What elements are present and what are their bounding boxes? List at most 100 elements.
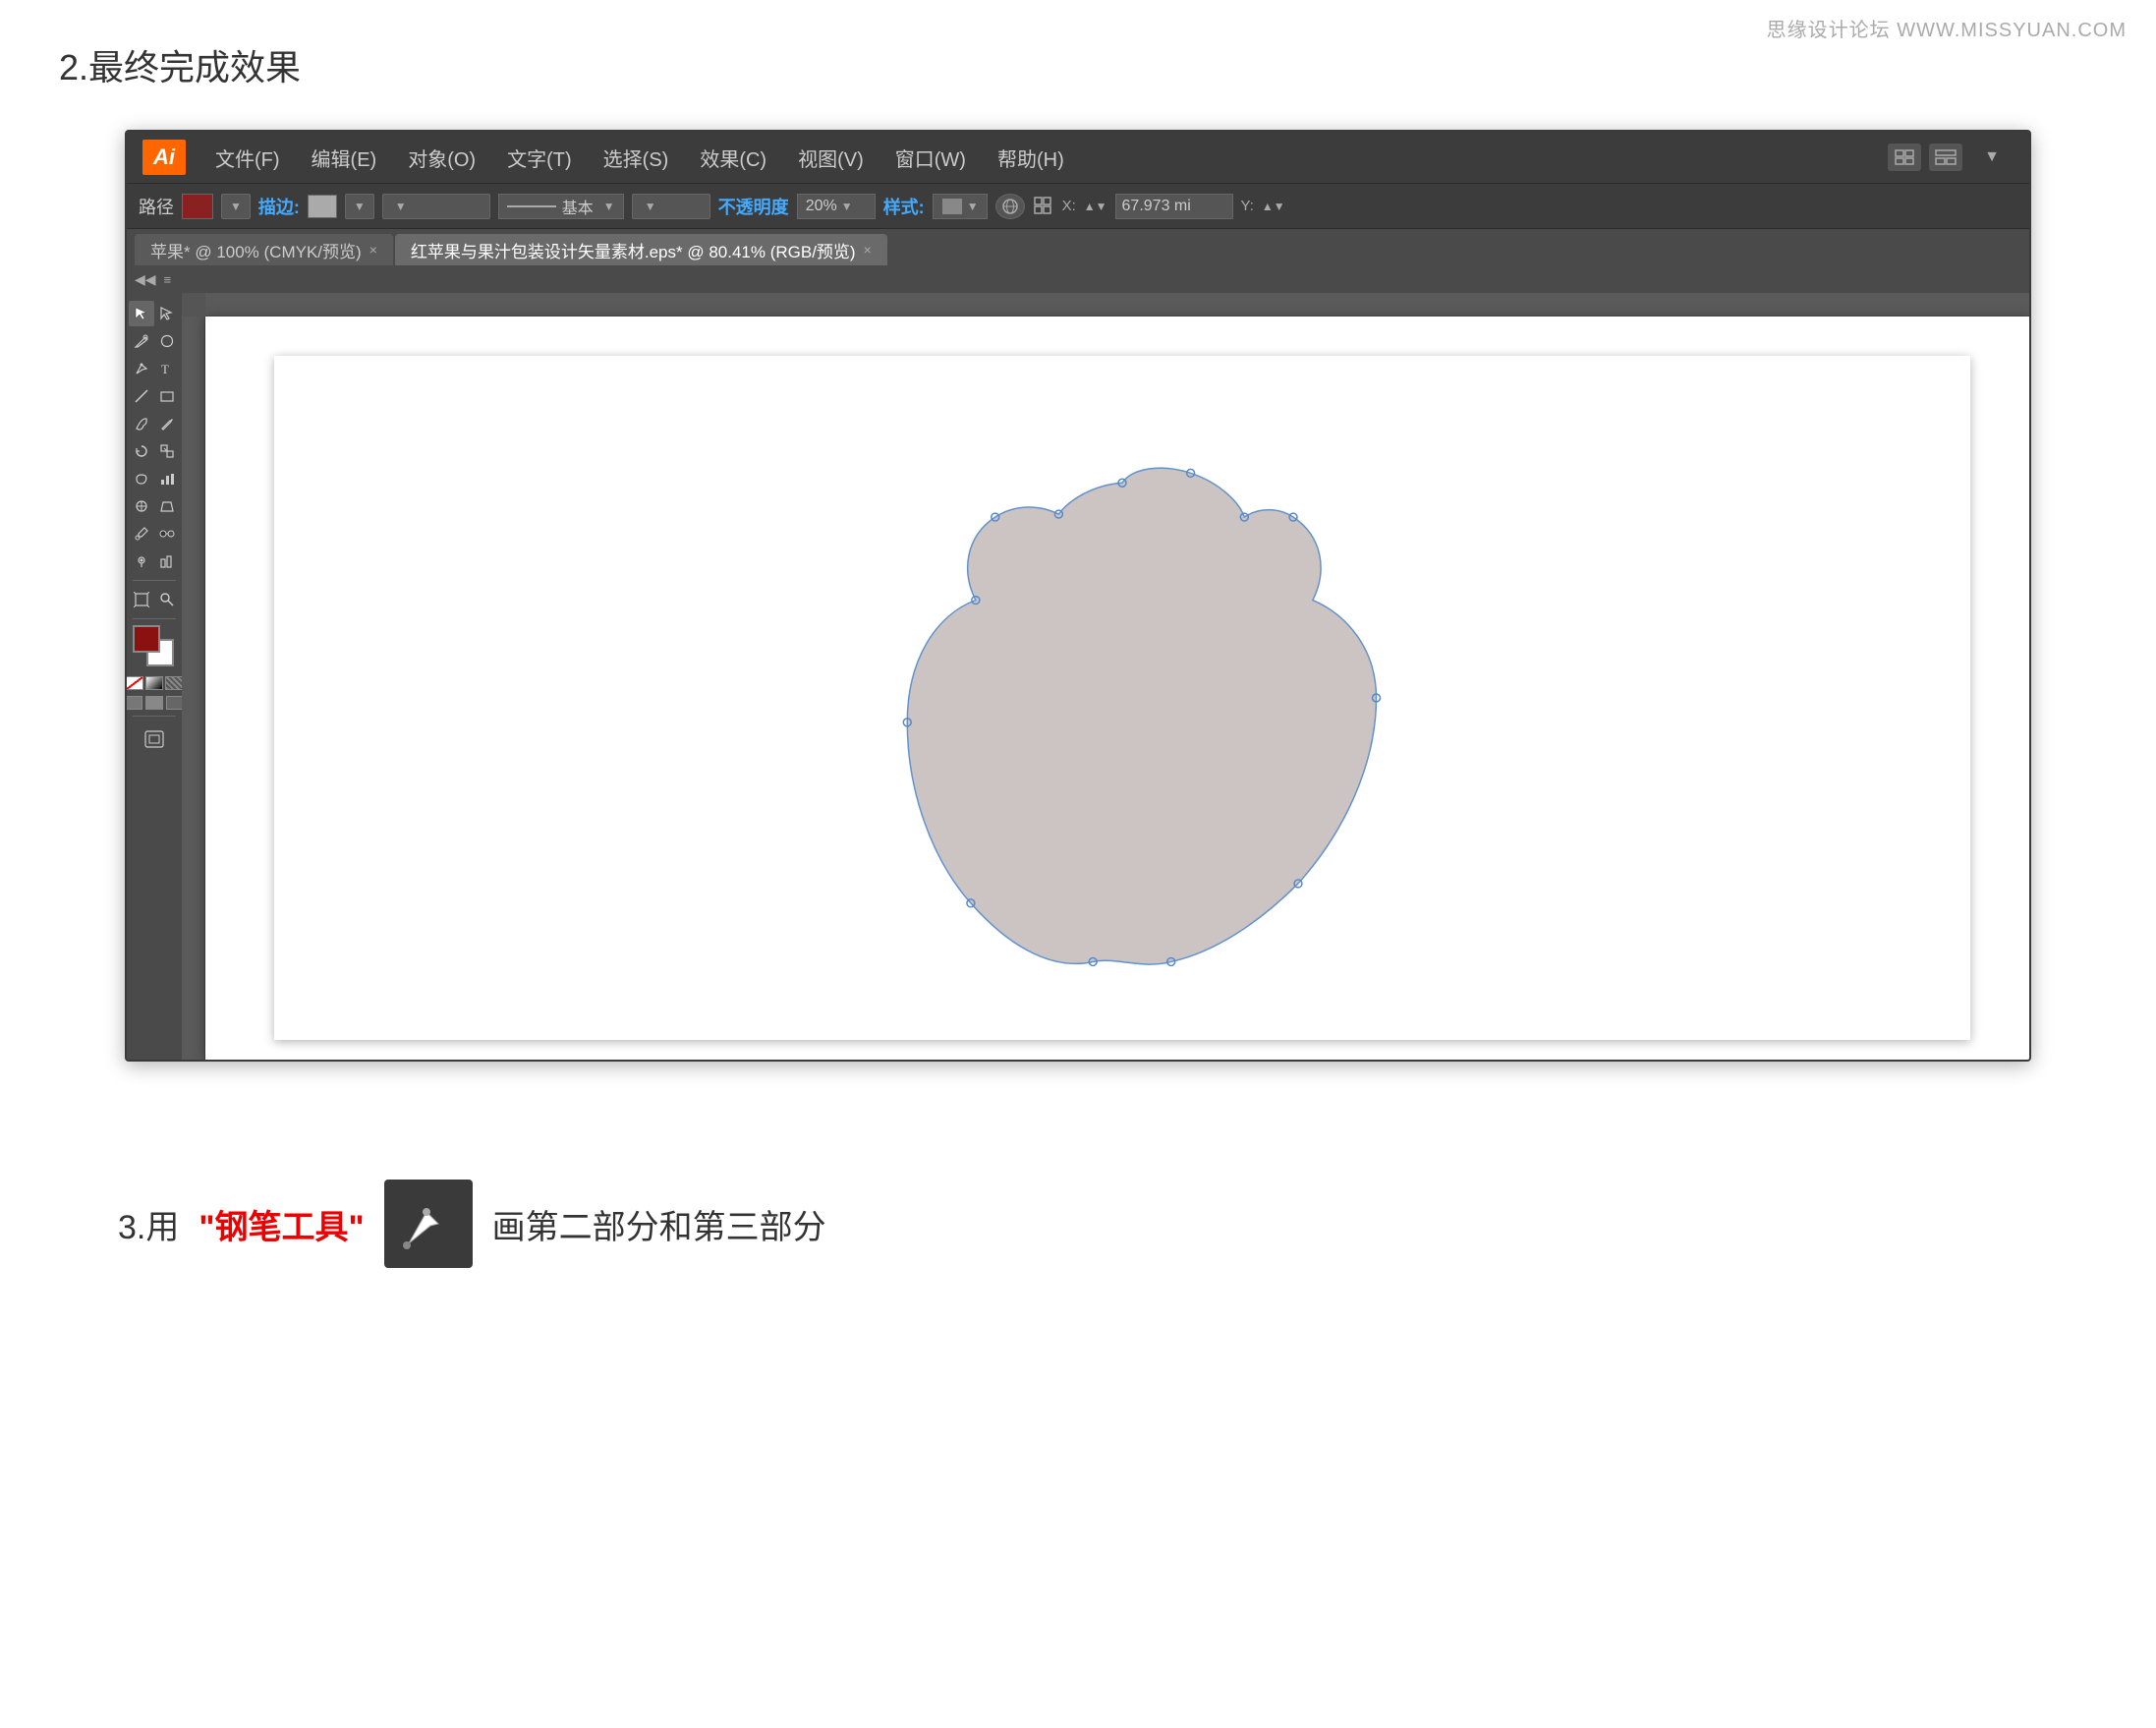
artboard-tool[interactable] [129, 587, 154, 612]
tab-juice-close[interactable]: × [864, 242, 872, 258]
tab-apple-close[interactable]: × [369, 242, 377, 258]
section3-prefix: 3.用 [118, 1200, 179, 1248]
tab-juice-packaging[interactable]: 红苹果与果汁包装设计矢量素材.eps* @ 80.41% (RGB/预览) × [395, 234, 887, 265]
apple-shape-svg [274, 356, 1970, 1040]
tool-row-rotate [129, 438, 180, 464]
direct-select-tool[interactable] [154, 301, 180, 326]
rect-tool[interactable] [154, 383, 180, 409]
fill-color-box[interactable] [182, 194, 213, 219]
style-label: 样式: [883, 194, 925, 219]
tool-row-brush [129, 411, 180, 436]
tool-options-bar: 路径 ▼ 描边: ▼ ▼ 基本 ▼ ▼ 不透 [127, 183, 2029, 228]
symbol-tool[interactable] [129, 548, 154, 574]
menu-bar: Ai 文件(F) 编辑(E) 对象(O) 文字(T) 选择(S) 效果(C) 视… [127, 132, 2029, 183]
section3-highlight: "钢笔工具" [199, 1200, 364, 1248]
grid-icon-group [1033, 196, 1054, 217]
menu-effect[interactable]: 效果(C) [686, 138, 780, 178]
tabs-bar: 苹果* @ 100% (CMYK/预览) × 红苹果与果汁包装设计矢量素材.ep… [127, 228, 2029, 265]
tool-row-select [129, 301, 180, 326]
ruler-corner [182, 293, 205, 317]
artboard-btn[interactable] [133, 726, 176, 752]
menu-dropdown-arrow[interactable]: ▼ [1970, 143, 2014, 172]
pattern-btn[interactable] [165, 676, 183, 690]
menu-bar-right: ▼ [1888, 143, 2014, 172]
tool-separator-3 [133, 716, 176, 717]
graph-tool[interactable] [154, 466, 180, 491]
menu-edit[interactable]: 编辑(E) [298, 138, 391, 178]
mesh-tool[interactable] [129, 493, 154, 519]
watermark: 思缘设计论坛 WWW.MISSYUAN.COM [1767, 14, 2127, 42]
perspective-tool[interactable] [154, 493, 180, 519]
magic-wand-tool[interactable] [129, 328, 154, 354]
stroke-color-box[interactable] [308, 195, 337, 218]
scale-tool[interactable] [154, 438, 180, 464]
view-mode-buttons [125, 696, 184, 710]
tool-row-line [129, 383, 180, 409]
none-color-btn[interactable] [126, 676, 143, 690]
tool-row-magic [129, 328, 180, 354]
panel-name: ≡ [164, 272, 172, 287]
pencil-tool[interactable] [154, 411, 180, 436]
path-label: 路径 [139, 194, 174, 219]
opacity-value[interactable]: 20% ▼ [797, 194, 876, 219]
collapse-bar: ◀◀ ≡ [127, 265, 2029, 293]
foreground-color-swatch[interactable] [133, 625, 160, 653]
tool-row-symbol [129, 548, 180, 574]
pen-tool[interactable] [129, 356, 154, 381]
tool-row-artboard [129, 587, 180, 612]
stroke-dropdown[interactable]: ▼ [345, 194, 374, 219]
stroke-options-dropdown[interactable]: ▼ [632, 194, 710, 219]
brush-tool[interactable] [129, 411, 154, 436]
stroke-label: 描边: [258, 194, 300, 219]
y-arrows: ▲▼ [1084, 200, 1107, 213]
tab-apple[interactable]: 苹果* @ 100% (CMYK/预览) × [135, 234, 393, 265]
y-label: Y: [1241, 198, 1254, 214]
canvas-area [182, 293, 2029, 1060]
blend-tool[interactable] [154, 521, 180, 547]
tool-row-warp [129, 466, 180, 491]
menu-view[interactable]: 视图(V) [784, 138, 878, 178]
canvas-white [274, 356, 1970, 1040]
warp-tool[interactable] [129, 466, 154, 491]
section2-title: 2.最终完成效果 [59, 39, 2097, 90]
menu-text[interactable]: 文字(T) [493, 138, 586, 178]
stroke-width-dropdown[interactable]: ▼ [382, 194, 490, 219]
ai-logo: Ai [142, 140, 186, 175]
fill-dropdown[interactable]: ▼ [221, 194, 251, 219]
globe-icon[interactable] [995, 194, 1025, 219]
bottom-section: 3.用 "钢笔工具" 画第二部分和第三部分 [59, 1140, 2097, 1307]
screen-view-btn[interactable] [145, 696, 163, 710]
color-extra-buttons [126, 676, 183, 690]
gradient-btn[interactable] [145, 676, 163, 690]
ai-window: Ai 文件(F) 编辑(E) 对象(O) 文字(T) 选择(S) 效果(C) 视… [125, 130, 2031, 1062]
lasso-tool[interactable] [154, 328, 180, 354]
select-tool[interactable] [129, 301, 154, 326]
coord-value-box[interactable]: 67.973 mi [1115, 194, 1233, 219]
layout-icon-btn[interactable] [1929, 144, 1962, 171]
menu-help[interactable]: 帮助(H) [984, 138, 1078, 178]
eyedropper-tool[interactable] [129, 521, 154, 547]
canvas-panel [205, 317, 2029, 1060]
page-container: 思缘设计论坛 WWW.MISSYUAN.COM 2.最终完成效果 Ai 文件(F… [0, 0, 2156, 1347]
column-graph-tool[interactable] [154, 548, 180, 574]
ruler-vertical [182, 317, 205, 1060]
arrange-icon-btn[interactable] [1888, 144, 1921, 171]
zoom-tool[interactable] [154, 587, 180, 612]
ruler-horizontal [205, 293, 2029, 317]
line-tool[interactable] [129, 383, 154, 409]
style-value[interactable]: ▼ [933, 194, 988, 219]
type-tool[interactable]: T [154, 356, 180, 381]
normal-view-btn[interactable] [125, 696, 142, 710]
tool-separator-1 [133, 580, 176, 581]
menu-file[interactable]: 文件(F) [201, 138, 294, 178]
menu-object[interactable]: 对象(O) [394, 138, 489, 178]
collapse-arrow[interactable]: ◀◀ [135, 271, 156, 288]
svg-text:T: T [161, 362, 169, 376]
main-area: T [127, 293, 2029, 1060]
menu-select[interactable]: 选择(S) [590, 138, 683, 178]
line-style-box: 基本 ▼ [498, 194, 624, 219]
menu-window[interactable]: 窗口(W) [881, 138, 980, 178]
tool-row-mesh [129, 493, 180, 519]
rotate-tool[interactable] [129, 438, 154, 464]
x-label: X: [1062, 198, 1076, 214]
